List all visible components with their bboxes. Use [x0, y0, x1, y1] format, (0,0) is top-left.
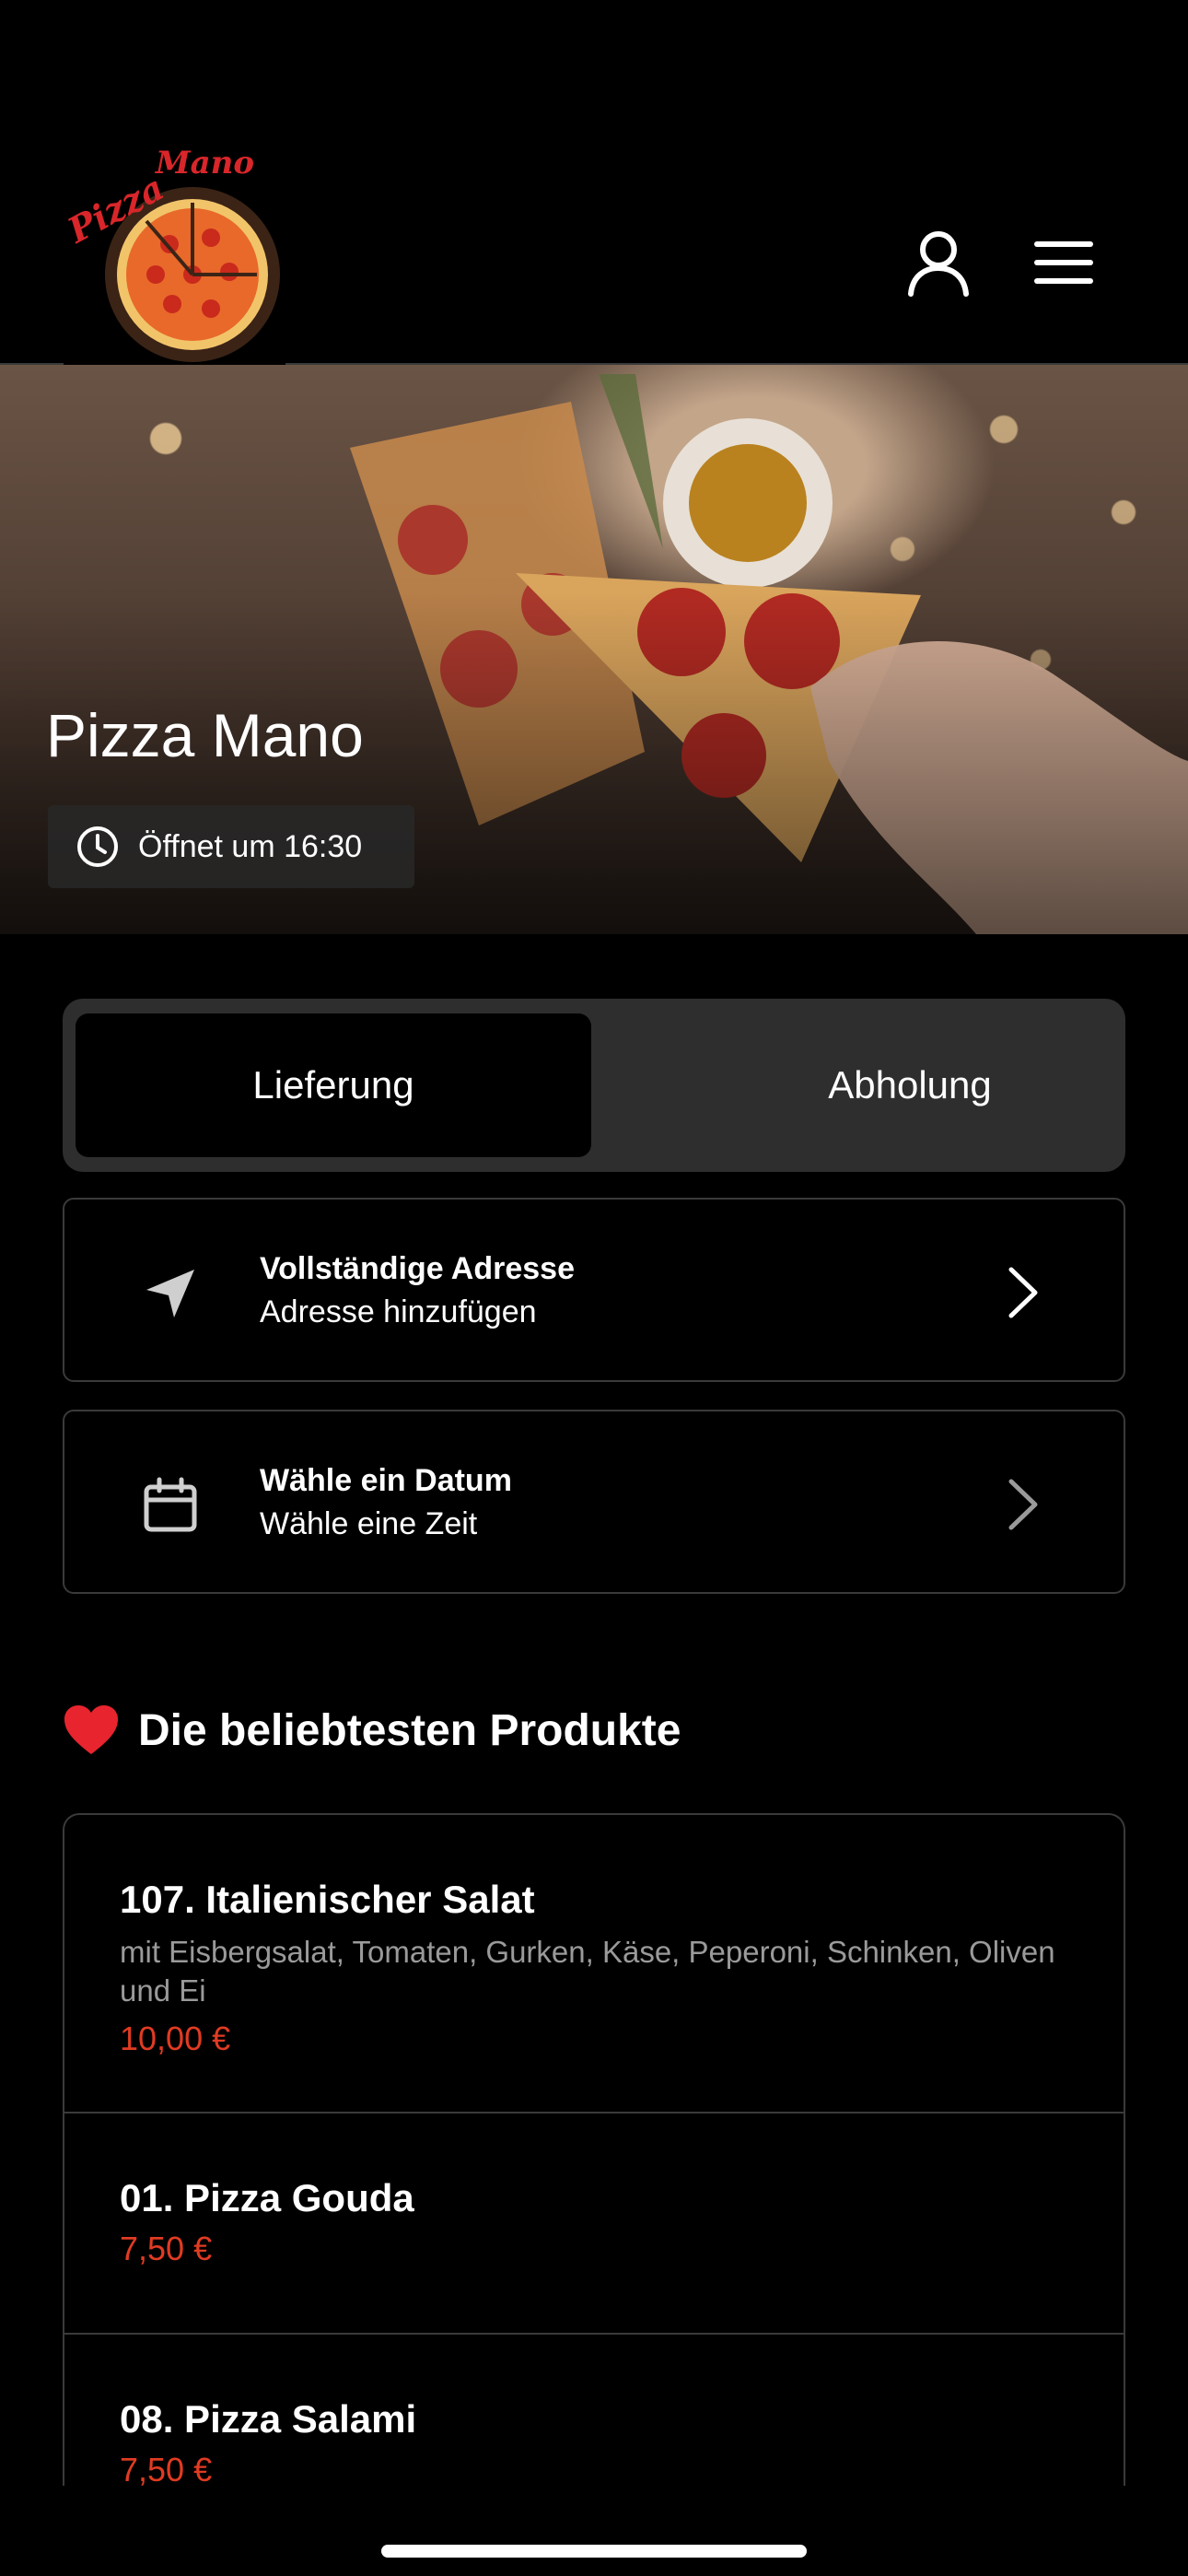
tab-lieferung[interactable]: Lieferung	[76, 1013, 591, 1157]
product-name: 01. Pizza Gouda	[120, 2176, 414, 2219]
user-icon[interactable]	[897, 221, 980, 304]
product-item[interactable]: 01. Pizza Gouda 7,50 €	[64, 2113, 1124, 2335]
home-indicator[interactable]	[381, 2545, 807, 2558]
date-title: Wähle ein Datum	[260, 1463, 512, 1498]
calendar-icon	[134, 1469, 207, 1542]
address-title: Vollständige Adresse	[260, 1251, 575, 1286]
app-header: Pizza Mano	[0, 0, 1188, 372]
menu-icon[interactable]	[1022, 221, 1105, 304]
address-subtitle: Adresse hinzufügen	[260, 1294, 537, 1329]
brand-logo[interactable]: Pizza Mano	[60, 145, 285, 372]
product-price: 7,50 €	[120, 2230, 213, 2267]
product-price: 10,00 €	[120, 2020, 231, 2057]
restaurant-name: Pizza Mano	[46, 701, 364, 769]
product-price: 7,50 €	[120, 2451, 213, 2486]
popular-products-title: Die beliebtesten Produkte	[138, 1705, 681, 1755]
opening-hours-text: Öffnet um 16:30	[138, 828, 363, 864]
chevron-right-icon	[1008, 1267, 1038, 1318]
tab-abholung[interactable]: Abholung	[652, 1013, 1168, 1157]
product-item[interactable]: 107. Italienischer Salat mit Eisbergsala…	[64, 1815, 1124, 2113]
product-item[interactable]: 08. Pizza Salami 7,50 €	[64, 2335, 1124, 2486]
logo-wordmark-right: Mano	[155, 147, 254, 181]
product-name: 08. Pizza Salami	[120, 2397, 417, 2441]
order-mode-toggle: Lieferung Abholung	[63, 999, 1125, 1172]
address-selector[interactable]: Vollständige Adresse Adresse hinzufügen	[63, 1198, 1125, 1382]
date-subtitle: Wähle eine Zeit	[260, 1506, 478, 1541]
location-arrow-icon	[134, 1257, 207, 1330]
date-time-selector[interactable]: Wähle ein Datum Wähle eine Zeit	[63, 1410, 1125, 1594]
product-list: 107. Italienischer Salat mit Eisbergsala…	[63, 1813, 1125, 2486]
popular-products-heading: Die beliebtesten Produkte	[63, 1704, 681, 1756]
pizza-logo-image: Pizza Mano	[60, 145, 280, 362]
product-name: 107. Italienischer Salat	[120, 1878, 535, 1921]
heart-icon	[64, 1705, 118, 1754]
opening-hours-badge: Öffnet um 16:30	[48, 805, 414, 888]
chevron-right-icon	[1008, 1479, 1038, 1530]
clock-icon	[77, 826, 118, 867]
product-description: mit Eisbergsalat, Tomaten, Gurken, Käse,…	[120, 1935, 1055, 2008]
